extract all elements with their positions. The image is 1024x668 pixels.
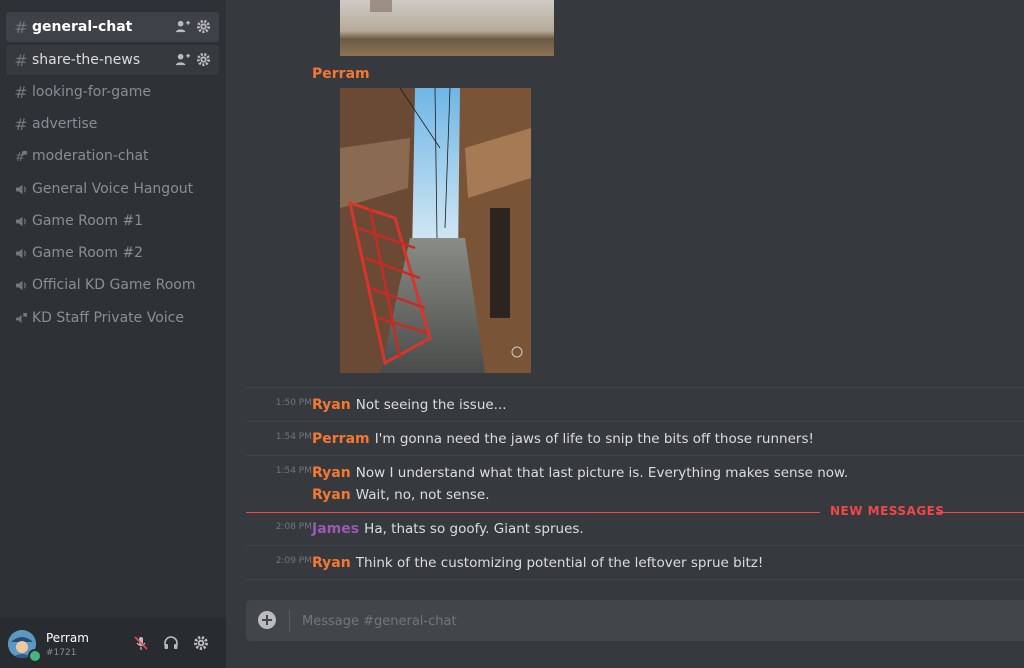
locked-hash-icon: #: [14, 150, 28, 163]
channel-official-kd-game-room[interactable]: Official KD Game Room: [6, 270, 219, 300]
channel-general-chat[interactable]: # general-chat: [6, 12, 219, 42]
channel-advertise[interactable]: # advertise: [6, 109, 219, 139]
attached-image-alley[interactable]: [340, 88, 531, 373]
message-text: Not seeing the issue...: [355, 397, 507, 413]
channel-game-room-2[interactable]: Game Room #2: [6, 238, 219, 268]
mute-microphone-icon[interactable]: [133, 635, 149, 651]
message-timestamp: 2:09 PM: [275, 556, 312, 566]
channel-name: share-the-news: [32, 52, 141, 68]
channel-share-the-news[interactable]: # share-the-news: [6, 45, 219, 75]
channel-name: looking-for-game: [32, 84, 151, 100]
message-group: 1:54 PM Ryan Now I understand what that …: [226, 462, 1024, 482]
invite-icon[interactable]: [175, 19, 190, 34]
attached-image-room[interactable]: [340, 0, 554, 56]
user-panel: Perram #1721: [0, 618, 226, 668]
channel-looking-for-game[interactable]: # looking-for-game: [6, 77, 219, 107]
new-messages-line: [936, 512, 1024, 513]
message-text: Ha, thats so goofy. Giant sprues.: [364, 521, 584, 537]
message-text: Think of the customizing potential of th…: [355, 555, 764, 571]
message-author[interactable]: Perram: [312, 66, 370, 82]
message-group: 2:08 PM James Ha, thats so goofy. Giant …: [226, 518, 1024, 538]
settings-gear-icon[interactable]: [196, 19, 211, 34]
message-composer: [246, 600, 1024, 641]
channel-name: Game Room #2: [32, 245, 144, 261]
speaker-icon: [14, 247, 28, 260]
hash-icon: #: [14, 82, 28, 102]
upload-plus-icon[interactable]: [258, 611, 276, 629]
message-timestamp: 1:50 PM: [275, 398, 312, 408]
channel-name: KD Staff Private Voice: [32, 310, 184, 326]
channel-moderation-chat[interactable]: # moderation-chat: [6, 141, 219, 171]
username: Perram: [46, 631, 89, 645]
channel-name: advertise: [32, 116, 98, 132]
channel-name: Official KD Game Room: [32, 277, 196, 293]
locked-speaker-icon: [14, 312, 28, 325]
channel-name: moderation-chat: [32, 148, 149, 164]
channel-name: general-chat: [32, 19, 133, 35]
speaker-icon: [14, 215, 28, 228]
new-messages-line: [246, 512, 820, 513]
message-group: 1:50 PM Ryan Not seeing the issue...: [226, 394, 1024, 414]
message-author[interactable]: Ryan: [312, 397, 351, 413]
invite-icon[interactable]: [175, 52, 190, 67]
channel-general-voice-hangout[interactable]: General Voice Hangout: [6, 174, 219, 204]
message-group: 2:09 PM Ryan Think of the customizing po…: [226, 552, 1024, 572]
message-timestamp: 1:54 PM: [275, 466, 312, 476]
hash-icon: #: [14, 17, 28, 37]
message-text: Wait, no, not sense.: [355, 487, 490, 503]
message-timestamp: 2:08 PM: [275, 522, 312, 532]
channel-name: General Voice Hangout: [32, 181, 194, 197]
speaker-icon: [14, 279, 28, 292]
chat-area: Perram 1:50 PM Ryan Not seeing the issue…: [226, 0, 1024, 668]
message-group: 1:54 PM Perram I'm gonna need the jaws o…: [226, 428, 1024, 448]
message-author[interactable]: Ryan: [312, 465, 351, 481]
message-text: I'm gonna need the jaws of life to snip …: [374, 431, 814, 447]
message-author[interactable]: James: [312, 521, 359, 537]
channel-kd-staff-private-voice[interactable]: KD Staff Private Voice: [6, 303, 219, 333]
channel-game-room-1[interactable]: Game Room #1: [6, 206, 219, 236]
user-discriminator: #1721: [46, 648, 77, 658]
message-author[interactable]: Ryan: [312, 555, 351, 571]
hash-icon: #: [14, 114, 28, 134]
channel-sidebar: # general-chat # share-the-news # lookin…: [0, 0, 226, 668]
online-status-icon: [28, 649, 42, 663]
message-author[interactable]: Perram: [312, 431, 370, 447]
message-group-continuation: Ryan Wait, no, not sense.: [226, 484, 1024, 504]
speaker-icon: [14, 183, 28, 196]
settings-gear-icon[interactable]: [196, 52, 211, 67]
headphones-icon[interactable]: [163, 635, 179, 651]
new-messages-label: NEW MESSAGES: [830, 504, 945, 518]
message-timestamp: 1:54 PM: [275, 432, 312, 442]
message-input[interactable]: [300, 606, 1004, 636]
channel-name: Game Room #1: [32, 213, 144, 229]
message-author[interactable]: Ryan: [312, 487, 351, 503]
hash-icon: #: [14, 50, 28, 70]
message-text: Now I understand what that last picture …: [355, 465, 849, 481]
user-settings-gear-icon[interactable]: [193, 635, 209, 651]
